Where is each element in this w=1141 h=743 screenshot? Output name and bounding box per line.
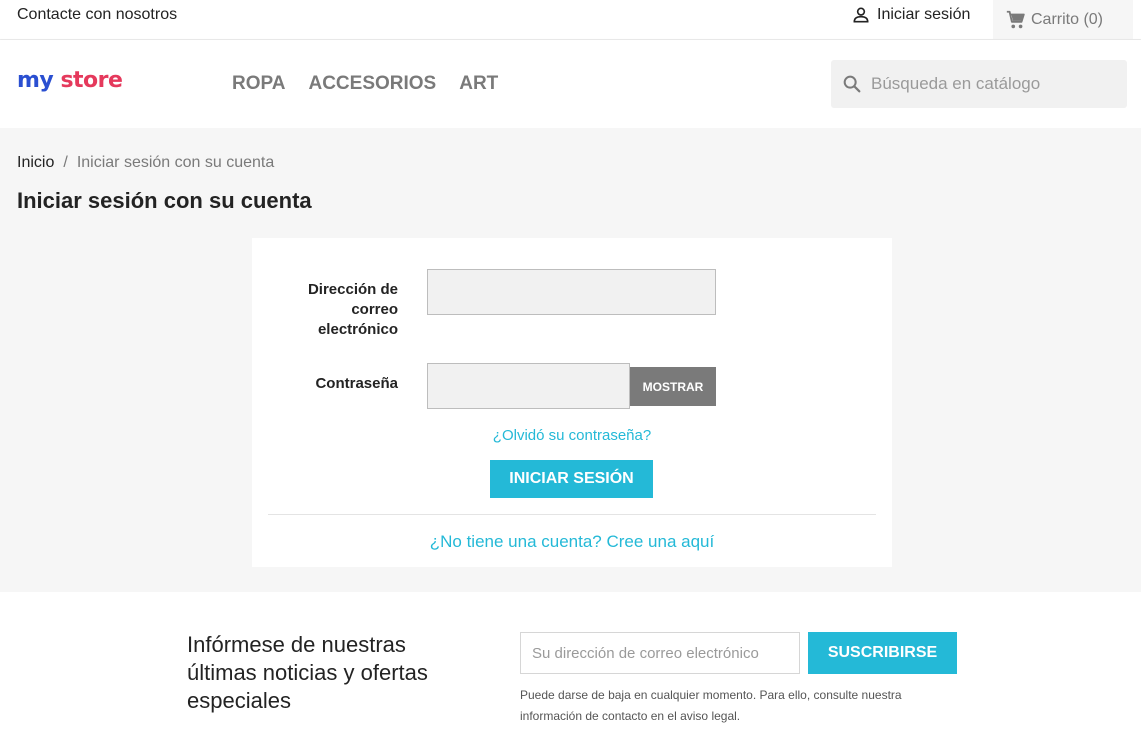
subscribe-button[interactable]: SUSCRIBIRSE <box>808 632 957 674</box>
search-icon <box>843 75 861 93</box>
password-label: Contraseña <box>315 375 398 392</box>
signin-link[interactable]: Iniciar sesión <box>851 5 970 25</box>
password-field[interactable] <box>427 363 630 409</box>
show-password-button[interactable]: MOSTRAR <box>630 367 716 406</box>
page-title: Iniciar sesión con su cuenta <box>17 188 312 213</box>
shopping-cart-icon <box>1006 10 1025 28</box>
user-icon <box>853 7 869 23</box>
header: my store ROPA ACCESORIOS ART <box>0 40 1141 128</box>
signin-label: Iniciar sesión <box>877 6 971 23</box>
newsletter-title: Infórmese de nuestras últimas noticias y… <box>187 632 428 713</box>
main-content: Inicio / Iniciar sesión con su cuenta In… <box>0 128 1141 592</box>
logo-text-store: store <box>60 68 123 93</box>
search-box <box>831 60 1127 108</box>
forgot-password-link[interactable]: ¿Olvidó su contraseña? <box>252 427 892 444</box>
search-input[interactable] <box>871 74 1111 94</box>
email-label: Dirección de correo electrónico <box>307 281 398 338</box>
newsletter-email-input[interactable] <box>520 632 800 674</box>
logo-text-my: my <box>17 68 54 93</box>
divider <box>268 514 876 515</box>
nav-item-art[interactable]: ART <box>459 73 498 95</box>
email-field[interactable] <box>427 269 716 315</box>
store-logo[interactable]: my store <box>17 68 123 93</box>
cart-label: Carrito (0) <box>1031 10 1104 28</box>
contact-link[interactable]: Contacte con nosotros <box>17 6 177 24</box>
breadcrumb: Inicio / Iniciar sesión con su cuenta <box>17 154 274 172</box>
nav-item-accesorios[interactable]: ACCESORIOS <box>308 73 436 95</box>
signin-button[interactable]: INICIAR SESIÓN <box>490 460 653 498</box>
main-nav: ROPA ACCESORIOS ART <box>232 73 521 95</box>
breadcrumb-current: Iniciar sesión con su cuenta <box>76 154 275 171</box>
create-account-link[interactable]: ¿No tiene una cuenta? Cree una aquí <box>252 532 892 552</box>
top-bar: Contacte con nosotros Iniciar sesión Car… <box>0 0 1141 40</box>
cart-button[interactable]: Carrito (0) <box>993 0 1133 39</box>
breadcrumb-separator: / <box>63 154 68 171</box>
breadcrumb-home[interactable]: Inicio <box>17 154 54 172</box>
newsletter-note: Puede darse de baja en cualquier momento… <box>520 688 902 723</box>
nav-item-ropa[interactable]: ROPA <box>232 73 285 95</box>
login-card: Dirección de correo electrónico Contrase… <box>252 238 892 567</box>
